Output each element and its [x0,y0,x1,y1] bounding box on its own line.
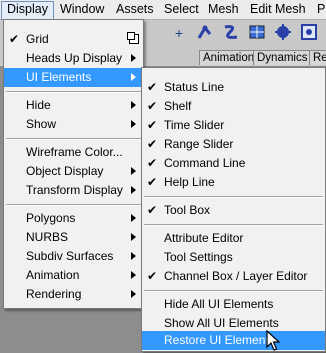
submenu-arrow-icon [131,167,136,175]
menu-separator [144,290,323,292]
menu-item-transform-display[interactable]: Transform Display [4,181,143,200]
display-menu: ✔ Grid Heads Up Display UI Elements Hide… [3,19,144,309]
mouse-cursor-icon [266,330,280,351]
menu-item-channel-box-layer-editor[interactable]: ✔ Channel Box / Layer Editor [142,267,325,286]
menu-item-polygons[interactable]: Polygons [4,209,143,228]
check-icon: ✔ [147,80,158,94]
check-icon: ✔ [147,269,158,283]
menu-item-grid[interactable]: ✔ Grid [4,30,143,49]
menu-item-time-slider[interactable]: ✔ Time Slider [142,116,325,135]
menu-select[interactable]: Select [159,1,204,18]
menu-window[interactable]: Window [55,1,109,18]
tab-re[interactable]: Re [309,50,326,65]
menu-item-show[interactable]: Show [4,115,143,134]
menu-item-attribute-editor[interactable]: Attribute Editor [142,229,325,248]
check-icon: ✔ [9,32,20,46]
menu-separator [144,196,323,198]
submenu-arrow-icon [131,101,136,109]
check-icon: ✔ [147,137,158,151]
menu-item-range-slider[interactable]: ✔ Range Slider [142,135,325,154]
menu-item-object-display[interactable]: Object Display [4,162,143,181]
menu-item-shelf[interactable]: ✔ Shelf [142,97,325,116]
option-box-icon[interactable] [127,32,139,44]
tab-animation[interactable]: Animation [199,50,259,65]
ik-tool-icon[interactable] [194,22,216,44]
menu-separator [6,91,141,93]
menu-item-tool-box[interactable]: ✔ Tool Box [142,201,325,220]
submenu-arrow-icon [131,233,136,241]
menu-mesh[interactable]: Mesh [203,1,244,18]
curve-tool-icon[interactable] [220,22,242,44]
menu-item-wireframe-color[interactable]: Wireframe Color... [4,143,143,162]
check-icon: ✔ [147,203,158,217]
menu-item-animation[interactable]: Animation [4,266,143,285]
menu-item-tool-settings[interactable]: Tool Settings [142,248,325,267]
menu-item-command-line[interactable]: ✔ Command Line [142,154,325,173]
menu-item-restore-ui-elements[interactable]: Restore UI Elements [142,331,325,350]
submenu-arrow-icon [131,120,136,128]
menu-p[interactable]: P [312,1,326,18]
plus-icon[interactable]: + [168,22,190,44]
submenu-arrow-icon [131,54,136,62]
lattice-icon[interactable] [246,22,268,44]
ui-elements-submenu: ✔ Status Line ✔ Shelf ✔ Time Slider ✔ Ra… [141,67,326,352]
menu-item-ui-elements[interactable]: UI Elements [4,68,143,87]
check-icon: ✔ [147,156,158,170]
submenu-arrow-icon [131,290,136,298]
menu-bar: Display Window Assets Select Mesh Edit M… [0,0,326,20]
menu-item-status-line[interactable]: ✔ Status Line [142,78,325,97]
menu-separator [6,138,141,140]
menu-item-hide-all-ui-elements[interactable]: Hide All UI Elements [142,295,325,314]
sculpt-icon[interactable] [298,22,320,44]
menu-display[interactable]: Display [1,1,54,20]
menu-edit-mesh[interactable]: Edit Mesh [245,1,311,18]
submenu-arrow-icon [131,73,136,81]
menu-assets[interactable]: Assets [111,1,159,18]
menu-item-heads-up-display[interactable]: Heads Up Display [4,49,143,68]
submenu-arrow-icon [131,214,136,222]
menu-item-nurbs[interactable]: NURBS [4,228,143,247]
submenu-arrow-icon [131,271,136,279]
submenu-arrow-icon [131,186,136,194]
menu-item-help-line[interactable]: ✔ Help Line [142,173,325,192]
tab-dynamics[interactable]: Dynamics [253,50,312,65]
check-icon: ✔ [147,175,158,189]
menu-item-rendering[interactable]: Rendering [4,285,143,304]
cluster-icon[interactable] [272,22,294,44]
check-icon: ✔ [147,99,158,113]
menu-item-subdiv-surfaces[interactable]: Subdiv Surfaces [4,247,143,266]
menu-separator [144,224,323,226]
menu-separator [6,204,141,206]
submenu-arrow-icon [131,252,136,260]
check-icon: ✔ [147,118,158,132]
menu-item-hide[interactable]: Hide [4,96,143,115]
